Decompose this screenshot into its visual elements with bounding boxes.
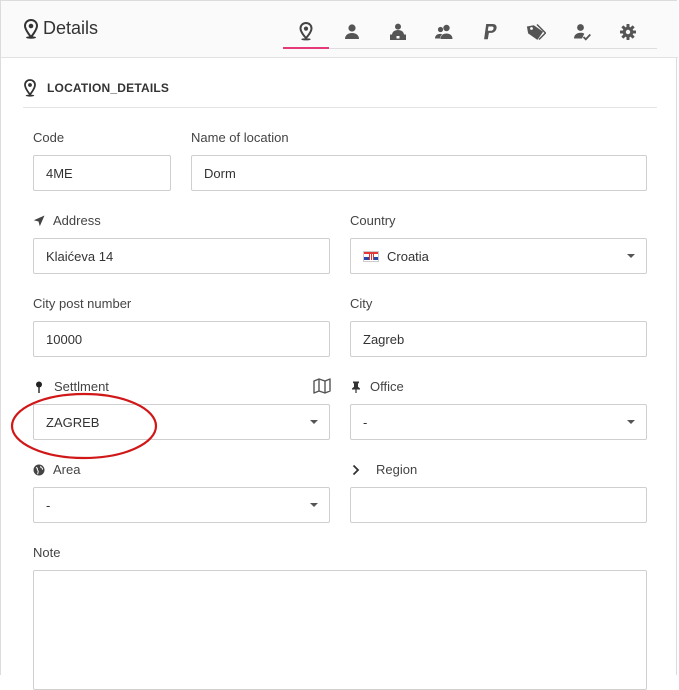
globe-icon [33,464,45,475]
location-icon [23,18,39,39]
tab-location[interactable] [283,14,329,49]
panel-title-group: Details [23,18,98,39]
post-label: City post number [33,296,131,311]
area-select[interactable]: - [33,487,330,523]
people-icon [435,24,453,39]
code-label: Code [33,130,64,145]
city-label: City [350,296,372,311]
city-label-text: City [350,296,373,311]
region-label: Region [350,462,417,477]
person-desk-icon [390,23,406,40]
city-field[interactable]: Zagreb [350,321,647,357]
tab-settings[interactable] [605,14,651,49]
country-label: Country [350,213,396,228]
address-label: Address [33,213,101,228]
pushpin-icon [352,381,360,393]
office-value: - [363,414,368,430]
pin-icon [36,381,42,393]
area-label-text: Area [53,462,81,477]
region-label-text: Region [376,462,418,477]
map-icon[interactable] [313,378,331,394]
chevron-down-icon [310,503,318,507]
office-label: Office [350,379,404,394]
country-value: Croatia [387,248,429,264]
post-label-text: City post number [33,296,132,311]
region-field[interactable] [350,487,647,523]
tab-people[interactable] [421,14,467,49]
note-textarea[interactable] [33,570,647,690]
name-value: Dorm [204,165,236,181]
area-label: Area [33,462,80,477]
tags-icon [526,23,546,40]
location-icon [24,79,36,97]
croatia-flag-icon [363,250,379,262]
area-value: - [46,497,51,513]
tab-person-desk[interactable] [375,14,421,49]
section-title: LOCATION_DETAILS [47,81,170,95]
post-field[interactable]: 10000 [33,321,330,357]
chevron-down-icon [627,420,635,424]
gear-icon [620,23,636,40]
tab-tags[interactable] [513,14,559,49]
annotation-ellipse [10,392,158,460]
country-select[interactable]: Croatia [350,238,647,274]
user-check-icon [574,23,591,41]
tab-bar [283,14,657,49]
panel-header: Details [1,1,678,58]
tab-user-check[interactable] [559,14,605,49]
address-label-text: Address [53,213,101,228]
address-value: Klaićeva 14 [46,248,114,264]
note-label-text: Note [33,545,61,560]
details-panel: Details LOCATION_DETAILS Code 4ME Name o… [0,0,678,690]
section-header: LOCATION_DETAILS [23,79,169,97]
city-value: Zagreb [363,331,405,347]
country-label-text: Country [350,213,396,228]
person-icon [345,23,359,39]
code-label-text: Code [33,130,65,145]
location-icon [299,21,313,40]
send-arrow-icon [33,215,45,226]
chevron-down-icon [627,254,635,258]
tab-paypal[interactable] [467,14,513,49]
office-label-text: Office [370,379,404,394]
tab-person[interactable] [329,14,375,49]
note-label: Note [33,545,60,560]
name-field[interactable]: Dorm [191,155,647,191]
code-field[interactable]: 4ME [33,155,171,191]
panel-title: Details [43,18,99,38]
chevron-right-icon [352,464,360,475]
section-divider [23,107,657,108]
post-value: 10000 [46,331,83,347]
code-value: 4ME [46,165,73,181]
paypal-icon [484,23,497,39]
name-label: Name of location [191,130,289,145]
address-field[interactable]: Klaićeva 14 [33,238,330,274]
chevron-down-icon [310,420,318,424]
office-select[interactable]: - [350,404,647,440]
name-label-text: Name of location [191,130,289,145]
